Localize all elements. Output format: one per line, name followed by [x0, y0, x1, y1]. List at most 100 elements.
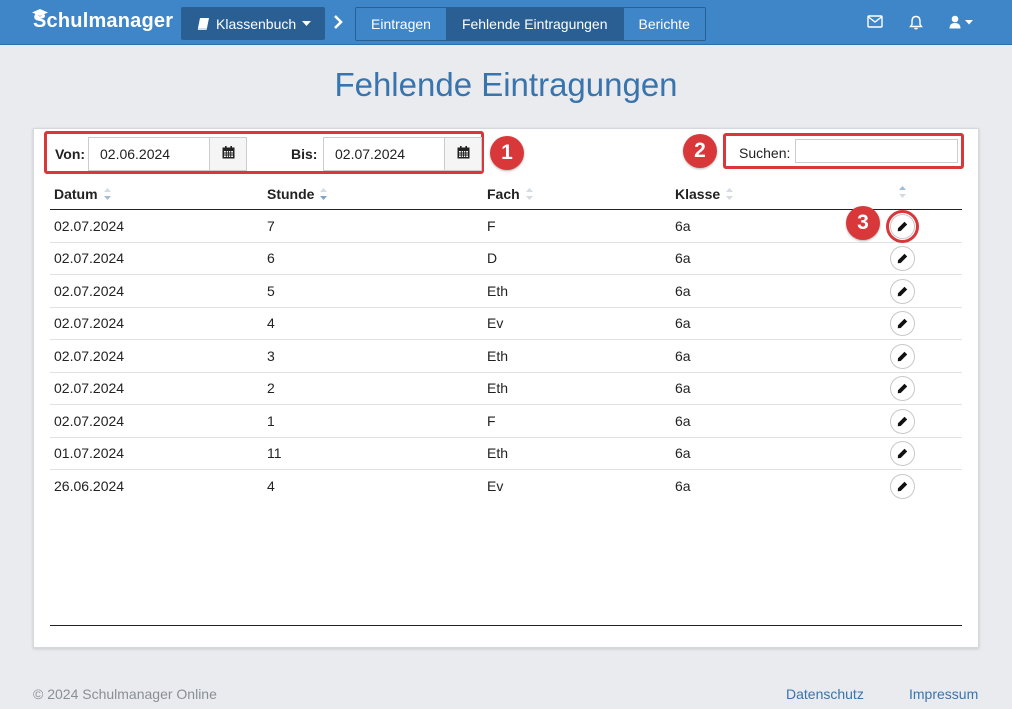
cell-fach: F: [487, 413, 496, 429]
column-header-stunde[interactable]: Stunde: [267, 186, 328, 202]
cell-fach: Eth: [487, 380, 509, 396]
caret-down-icon: [302, 20, 312, 27]
edit-button[interactable]: [890, 474, 915, 499]
table-row: 02.07.2024 1 F 6a: [50, 405, 962, 438]
tab-eintragen[interactable]: Eintragen: [356, 8, 446, 40]
cell-klasse: 6a: [675, 283, 691, 299]
cell-stunde: 11: [267, 445, 282, 461]
calendar-icon: [222, 146, 235, 162]
cell-stunde: 4: [267, 315, 275, 331]
graduation-cap-icon: [32, 3, 48, 26]
cell-fach: Eth: [487, 445, 509, 461]
impressum-link[interactable]: Impressum: [909, 686, 978, 702]
annotation-badge-1: 1: [490, 136, 524, 170]
cell-klasse: 6a: [675, 380, 691, 396]
pencil-icon: [897, 446, 908, 462]
edit-button[interactable]: [890, 409, 915, 434]
edit-button[interactable]: [890, 344, 915, 369]
cell-klasse: 6a: [675, 445, 691, 461]
bell-icon[interactable]: [909, 15, 923, 33]
cell-fach: F: [487, 218, 496, 234]
cell-datum: 02.07.2024: [54, 380, 125, 396]
annotation-badge-2: 2: [683, 134, 717, 168]
edit-button[interactable]: [890, 214, 915, 239]
pencil-icon: [897, 284, 908, 300]
cell-stunde: 7: [267, 218, 275, 234]
cell-klasse: 6a: [675, 413, 691, 429]
cell-klasse: 6a: [675, 315, 691, 331]
column-header-label: Klasse: [675, 186, 721, 202]
tab-fehlende-eintragungen[interactable]: Fehlende Eintragungen: [445, 8, 623, 40]
cell-datum: 02.07.2024: [54, 218, 125, 234]
column-header-datum[interactable]: Datum: [54, 186, 111, 202]
cell-stunde: 6: [267, 250, 275, 266]
search-label: Suchen:: [739, 145, 791, 161]
column-header-actions[interactable]: [893, 186, 906, 198]
cell-klasse: 6a: [675, 478, 691, 494]
edit-button[interactable]: [890, 311, 915, 336]
table-row: 02.07.2024 4 Ev 6a: [50, 307, 962, 340]
column-header-fach[interactable]: Fach: [487, 186, 533, 202]
to-calendar-button[interactable]: [444, 137, 482, 171]
sort-icon: [726, 188, 734, 200]
chevron-right-icon: [333, 15, 343, 32]
edit-button[interactable]: [890, 376, 915, 401]
cell-fach: Eth: [487, 283, 509, 299]
cell-fach: D: [487, 250, 498, 266]
column-header-label: Fach: [487, 186, 520, 202]
pencil-icon: [897, 349, 908, 365]
cell-fach: Eth: [487, 348, 509, 364]
cell-datum: 02.07.2024: [54, 250, 125, 266]
cell-stunde: 3: [267, 348, 275, 364]
cell-stunde: 1: [267, 413, 275, 429]
sort-icon: [899, 186, 906, 198]
book-icon: [197, 17, 210, 30]
cell-stunde: 4: [267, 478, 275, 494]
pencil-icon: [897, 381, 908, 397]
section-tabs: Eintragen Fehlende Eintragungen Berichte: [355, 7, 706, 41]
klassenbuch-label: Klassenbuch: [216, 15, 297, 32]
datenschutz-link[interactable]: Datenschutz: [786, 686, 864, 702]
from-calendar-button[interactable]: [209, 137, 247, 171]
pencil-icon: [897, 316, 908, 332]
tab-berichte[interactable]: Berichte: [622, 8, 705, 40]
cell-datum: 02.07.2024: [54, 413, 125, 429]
sort-icon: [525, 188, 533, 200]
copyright-text: © 2024 Schulmanager Online: [33, 686, 217, 702]
edit-button[interactable]: [890, 246, 915, 271]
column-header-label: Stunde: [267, 186, 315, 202]
cell-datum: 02.07.2024: [54, 348, 125, 364]
cell-klasse: 6a: [675, 218, 691, 234]
klassenbuch-menu-button[interactable]: Klassenbuch: [181, 7, 325, 40]
annotation-badge-3: 3: [846, 206, 880, 240]
edit-button[interactable]: [890, 279, 915, 304]
cell-klasse: 6a: [675, 250, 691, 266]
top-navbar: Schulmanager Klassenbuch Eintragen Fehle…: [0, 0, 1012, 45]
cell-datum: 02.07.2024: [54, 315, 125, 331]
to-date-input[interactable]: [323, 137, 445, 171]
table-row: 01.07.2024 11 Eth 6a: [50, 437, 962, 470]
table-footer-divider: [50, 625, 962, 626]
calendar-icon: [457, 146, 470, 162]
user-icon[interactable]: [949, 15, 975, 32]
pencil-icon: [897, 219, 908, 235]
cell-fach: Ev: [487, 478, 504, 494]
to-label: Bis:: [291, 146, 318, 162]
brand-logo[interactable]: Schulmanager: [32, 9, 173, 33]
table-row: 02.07.2024 5 Eth 6a: [50, 275, 962, 308]
cell-datum: 26.06.2024: [54, 478, 125, 494]
table-row: 26.06.2024 4 Ev 6a: [50, 470, 962, 503]
from-date-input[interactable]: [88, 137, 210, 171]
pencil-icon: [897, 479, 908, 495]
cell-stunde: 5: [267, 283, 275, 299]
sort-icon: [103, 188, 111, 200]
cell-datum: 02.07.2024: [54, 283, 125, 299]
from-label: Von:: [55, 146, 86, 162]
table-row: 02.07.2024 6 D 6a: [50, 242, 962, 275]
envelope-icon[interactable]: [867, 15, 883, 31]
table-row: 02.07.2024 3 Eth 6a: [50, 340, 962, 373]
table-row: 02.07.2024 2 Eth 6a: [50, 372, 962, 405]
edit-button[interactable]: [890, 441, 915, 466]
search-input[interactable]: [795, 139, 958, 163]
column-header-klasse[interactable]: Klasse: [675, 186, 734, 202]
